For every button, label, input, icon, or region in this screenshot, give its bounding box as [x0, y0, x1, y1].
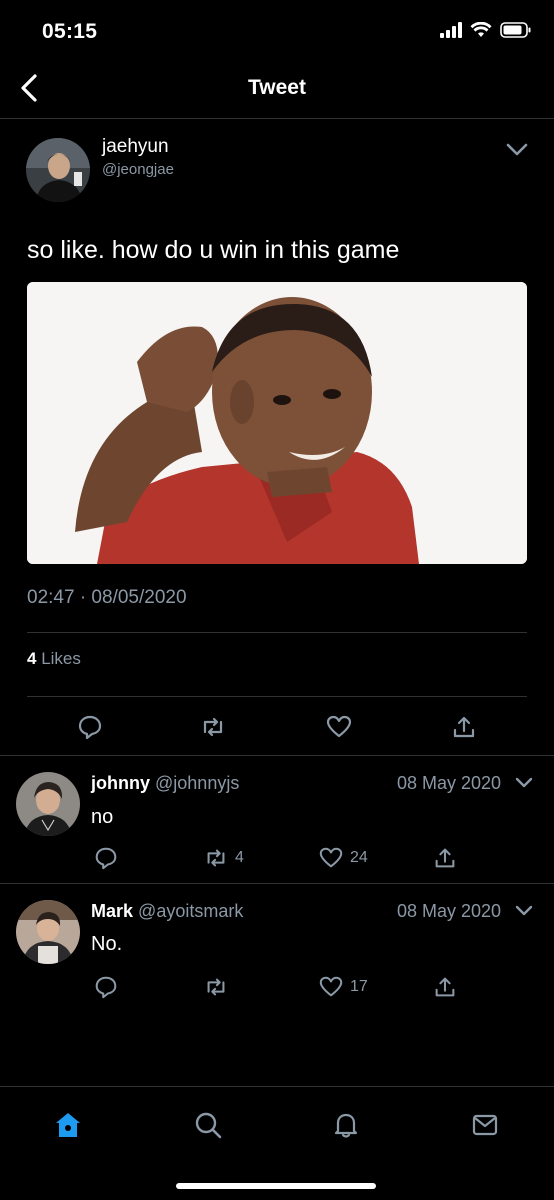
envelope-icon — [472, 1114, 498, 1136]
reply-share-button[interactable] — [432, 845, 458, 871]
reply-like-button[interactable]: 17 — [318, 974, 368, 1000]
retweet-icon — [203, 717, 223, 737]
reply-icon — [95, 847, 117, 870]
reply-author-name: Mark — [91, 901, 134, 921]
reply-date: 08 May 2020 — [397, 901, 502, 921]
share-icon — [435, 977, 455, 997]
tweet-timestamp: 02:47 · 08/05/2020 — [27, 587, 187, 608]
tab-messages[interactable] — [465, 1105, 505, 1145]
chevron-down-icon — [515, 777, 533, 788]
divider — [27, 632, 527, 633]
chevron-down-icon — [506, 143, 528, 156]
reply-retweet-count: 4 — [235, 849, 244, 866]
heart-icon — [319, 976, 343, 997]
reply-avatar[interactable] — [16, 900, 80, 964]
reply-like-count: 17 — [350, 978, 368, 995]
page-title: Tweet — [248, 76, 306, 99]
tweet-text: so like. how do u win in this game — [27, 236, 400, 264]
likes-count: 4 — [27, 649, 37, 668]
reply-button[interactable] — [76, 713, 104, 741]
reply-author-handle: @johnnyjs — [155, 773, 240, 793]
tab-search[interactable] — [188, 1105, 228, 1145]
chevron-down-icon — [515, 905, 533, 916]
search-icon — [195, 1112, 222, 1139]
reply-options-button[interactable] — [513, 901, 535, 921]
author-avatar[interactable] — [26, 138, 90, 202]
like-button[interactable] — [325, 713, 353, 741]
divider — [0, 755, 554, 756]
reply-date: 08 May 2020 — [397, 773, 502, 793]
status-icons — [440, 22, 532, 38]
reply-retweet-button[interactable]: 4 — [203, 845, 244, 871]
home-indicator[interactable] — [176, 1183, 376, 1189]
author-name[interactable]: jaehyun — [102, 136, 169, 158]
reply-share-button[interactable] — [432, 974, 458, 1000]
share-icon — [435, 848, 455, 868]
reply-like-count: 24 — [350, 849, 368, 866]
retweet-icon — [207, 849, 225, 867]
reply-retweet-button[interactable] — [203, 974, 229, 1000]
reply-author[interactable]: johnny @johnnyjs — [91, 773, 239, 794]
tweet-actions — [0, 705, 554, 749]
reply-reply-button[interactable] — [93, 845, 119, 871]
tab-home[interactable] — [48, 1105, 88, 1145]
bell-icon — [334, 1113, 358, 1138]
reply-reply-button[interactable] — [93, 974, 119, 1000]
reply-author-name: johnny — [91, 773, 150, 793]
tweet-options-button[interactable] — [503, 138, 531, 160]
status-time: 05:15 — [42, 20, 98, 43]
battery-icon — [500, 22, 531, 38]
home-icon — [56, 1113, 80, 1137]
reply-author-handle: @ayoitsmark — [138, 901, 244, 921]
heart-icon — [326, 715, 352, 738]
tweet-detail-screen: 05:15 Tweet jaehyun @jeongjae so like. h… — [0, 0, 554, 1200]
tab-notifications[interactable] — [326, 1105, 366, 1145]
reply-avatar[interactable] — [16, 772, 80, 836]
reply-options-button[interactable] — [513, 773, 535, 793]
retweet-button[interactable] — [199, 713, 227, 741]
reply-like-button[interactable]: 24 — [318, 845, 368, 871]
reply-icon — [78, 715, 102, 740]
nav-bar: Tweet — [0, 60, 554, 119]
reply-author[interactable]: Mark @ayoitsmark — [91, 901, 243, 922]
retweet-icon — [207, 978, 225, 996]
share-button[interactable] — [450, 713, 478, 741]
divider — [27, 696, 527, 697]
likes-summary[interactable]: 4 Likes — [27, 649, 81, 669]
reply-text: No. — [91, 933, 123, 955]
wifi-icon — [470, 22, 492, 37]
reply-text: no — [91, 806, 114, 828]
cellular-signal-icon — [440, 22, 462, 38]
likes-label: Likes — [41, 649, 81, 668]
tweet-image[interactable] — [27, 282, 527, 564]
author-handle[interactable]: @jeongjae — [102, 161, 174, 178]
divider — [0, 883, 554, 884]
heart-icon — [319, 847, 343, 868]
share-icon — [453, 716, 475, 738]
reply-icon — [95, 976, 117, 999]
